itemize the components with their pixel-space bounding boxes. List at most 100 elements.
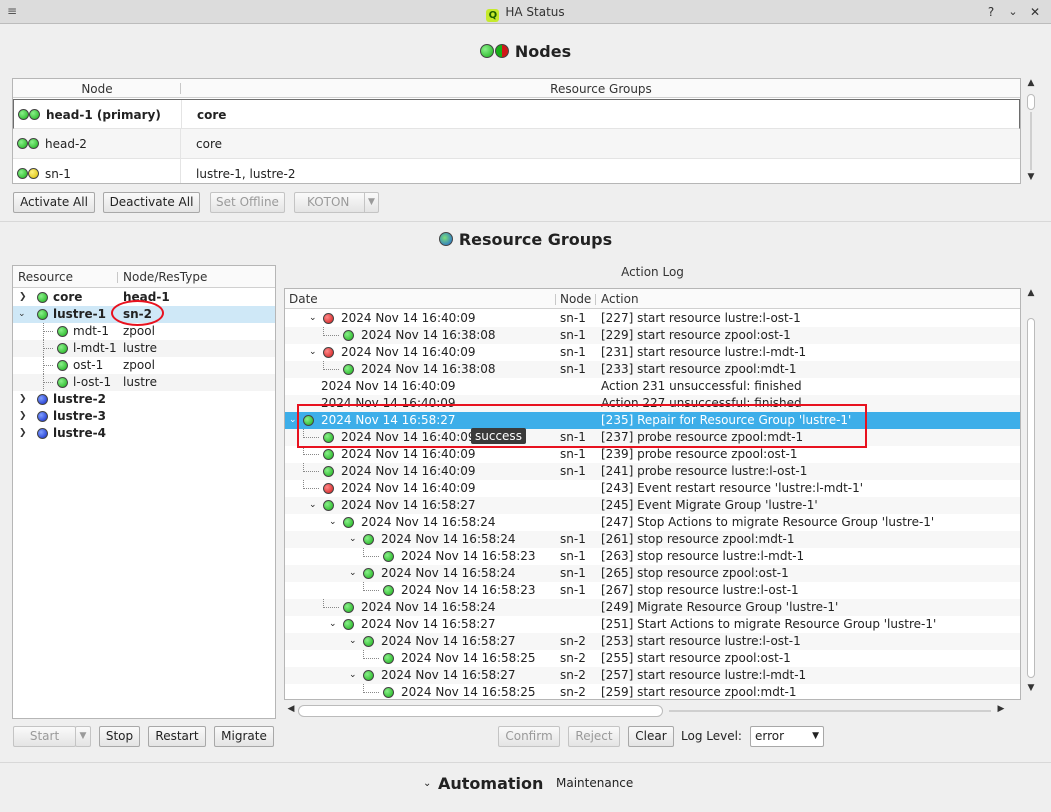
- col-node-header[interactable]: Node: [13, 82, 181, 96]
- collapse-icon[interactable]: ⌄: [309, 497, 317, 514]
- resource-tree-item[interactable]: ❯ lustre-4: [13, 425, 275, 442]
- action-log-row[interactable]: ⌄ 2024 Nov 14 16:58:24 sn-1 [265] stop r…: [285, 565, 1020, 582]
- splitter[interactable]: [0, 762, 1051, 763]
- confirm-button[interactable]: Confirm: [498, 726, 560, 747]
- node-row[interactable]: sn-1 lustre-1, lustre-2: [13, 159, 1020, 183]
- nodes-scrollbar[interactable]: ▲ ▼: [1024, 78, 1038, 184]
- scroll-right-icon[interactable]: ▶: [994, 704, 1008, 714]
- action-log-row[interactable]: 2024 Nov 14 16:58:23 sn-1 [263] stop res…: [285, 548, 1020, 565]
- scroll-up-icon[interactable]: ▲: [1024, 78, 1038, 88]
- action-log-row[interactable]: 2024 Nov 14 16:58:25 sn-2 [255] start re…: [285, 650, 1020, 667]
- collapse-icon[interactable]: ⌄: [349, 667, 357, 684]
- node-name: head-2: [45, 137, 87, 151]
- resource-tree-item[interactable]: ❯ lustre-3: [13, 408, 275, 425]
- col-date-header[interactable]: Date: [289, 292, 318, 306]
- col-groups-header[interactable]: Resource Groups: [181, 82, 1020, 96]
- action-log-row[interactable]: 2024 Nov 14 16:38:08 sn-1 [233] start re…: [285, 361, 1020, 378]
- nodes-scroll-thumb[interactable]: [1027, 94, 1035, 110]
- splitter[interactable]: [0, 221, 1051, 222]
- start-button[interactable]: Start: [13, 726, 76, 747]
- action-status-led-icon: [383, 687, 394, 698]
- close-icon[interactable]: ✕: [1026, 3, 1044, 21]
- collapse-icon[interactable]: ⌄: [18, 306, 26, 323]
- col-node-restype-header[interactable]: Node/ResType: [123, 270, 207, 284]
- restart-button[interactable]: Restart: [148, 726, 206, 747]
- action-log-row[interactable]: ⌄ 2024 Nov 14 16:40:09 sn-1 [227] start …: [285, 310, 1020, 327]
- action-date: 2024 Nov 14 16:40:09: [341, 481, 476, 495]
- koton-dropdown[interactable]: KOTON ▼: [294, 192, 379, 213]
- action-log-row[interactable]: 2024 Nov 14 16:38:08 sn-1 [229] start re…: [285, 327, 1020, 344]
- deactivate-all-button[interactable]: Deactivate All: [103, 192, 200, 213]
- start-options-icon[interactable]: ▼: [75, 726, 91, 747]
- clear-button[interactable]: Clear: [628, 726, 674, 747]
- col-resource-header[interactable]: Resource: [18, 270, 73, 284]
- collapse-icon[interactable]: ⌄: [329, 616, 337, 633]
- col-node-header[interactable]: Node: [560, 292, 591, 306]
- action-log-row[interactable]: ⌄ 2024 Nov 14 16:58:27 sn-2 [257] start …: [285, 667, 1020, 684]
- collapse-icon[interactable]: ⌄: [329, 514, 337, 531]
- action-log-row[interactable]: 2024 Nov 14 16:58:23 sn-1 [267] stop res…: [285, 582, 1020, 599]
- reject-button[interactable]: Reject: [568, 726, 620, 747]
- action-log-row[interactable]: 2024 Nov 14 16:58:25 sn-2 [259] start re…: [285, 684, 1020, 699]
- action-log-row[interactable]: 2024 Nov 14 16:40:09 sn-1 [241] probe re…: [285, 463, 1020, 480]
- node-row[interactable]: head-1 (primary) core: [13, 99, 1020, 130]
- action-text: [255] start resource zpool:ost-1: [601, 651, 791, 665]
- node-health-led-icon: [28, 168, 39, 179]
- action-log-row[interactable]: ⌄ 2024 Nov 14 16:58:24 sn-1 [261] stop r…: [285, 531, 1020, 548]
- set-offline-button[interactable]: Set Offline: [210, 192, 285, 213]
- action-date: 2024 Nov 14 16:58:27: [381, 668, 516, 682]
- scroll-down-icon[interactable]: ▼: [1024, 172, 1038, 182]
- stop-button[interactable]: Stop: [99, 726, 140, 747]
- chevron-down-icon[interactable]: ⌄: [423, 778, 431, 789]
- node-row[interactable]: head-2 core: [13, 129, 1020, 159]
- activate-all-button[interactable]: Activate All: [13, 192, 95, 213]
- action-log-row[interactable]: ⌄ 2024 Nov 14 16:58:27 [245] Event Migra…: [285, 497, 1020, 514]
- action-text: [267] stop resource lustre:l-ost-1: [601, 583, 799, 597]
- action-log-row[interactable]: ⌄ 2024 Nov 14 16:58:27 [251] Start Actio…: [285, 616, 1020, 633]
- action-log-row[interactable]: ⌄ 2024 Nov 14 16:58:27 sn-2 [253] start …: [285, 633, 1020, 650]
- resource-status-led-icon: [37, 428, 48, 439]
- action-log-row[interactable]: ⌄ 2024 Nov 14 16:58:24 [247] Stop Action…: [285, 514, 1020, 531]
- resource-status-led-icon: [37, 411, 48, 422]
- resource-tree-item[interactable]: ❯ lustre-2: [13, 391, 275, 408]
- collapse-icon[interactable]: ⌄: [309, 310, 317, 327]
- action-log-row[interactable]: ⌄ 2024 Nov 14 16:40:09 sn-1 [231] start …: [285, 344, 1020, 361]
- scroll-left-icon[interactable]: ◀: [284, 704, 298, 714]
- expand-icon[interactable]: ❯: [19, 425, 27, 442]
- expand-icon[interactable]: ❯: [19, 391, 27, 408]
- action-date: 2024 Nov 14 16:58:27: [381, 634, 516, 648]
- expand-icon[interactable]: ❯: [19, 408, 27, 425]
- window-titlebar: ≡ Q HA Status ? ⌄ ✕: [0, 0, 1051, 24]
- col-action-header[interactable]: Action: [601, 292, 639, 306]
- action-log-scrollbar[interactable]: ▲ ▼: [1024, 288, 1038, 700]
- resource-tree-item[interactable]: ost-1 zpool: [13, 357, 275, 374]
- resource-tree-item[interactable]: l-mdt-1 lustre: [13, 340, 275, 357]
- action-node: sn-1: [560, 549, 586, 563]
- scroll-down-icon[interactable]: ▼: [1024, 683, 1038, 693]
- collapse-icon[interactable]: ⌄: [349, 565, 357, 582]
- action-log-hscrollbar[interactable]: ◀ ▶: [284, 703, 1021, 719]
- action-log-row[interactable]: 2024 Nov 14 16:58:24 [249] Migrate Resou…: [285, 599, 1020, 616]
- hscroll-thumb[interactable]: [298, 705, 663, 717]
- collapse-icon[interactable]: ⌄: [309, 344, 317, 361]
- collapse-icon[interactable]: ⌄: [349, 633, 357, 650]
- expand-icon[interactable]: ❯: [19, 289, 27, 306]
- action-date: 2024 Nov 14 16:40:09: [321, 379, 456, 393]
- action-log-scroll-thumb[interactable]: [1027, 318, 1035, 678]
- minimize-icon[interactable]: ⌄: [1004, 3, 1022, 21]
- automation-title[interactable]: Automation: [438, 774, 543, 793]
- migrate-button[interactable]: Migrate: [214, 726, 274, 747]
- action-log-row[interactable]: 2024 Nov 14 16:40:09 [243] Event restart…: [285, 480, 1020, 497]
- action-text: [227] start resource lustre:l-ost-1: [601, 311, 801, 325]
- collapse-icon[interactable]: ⌄: [289, 412, 297, 429]
- action-log-row[interactable]: 2024 Nov 14 16:40:09 Action 231 unsucces…: [285, 378, 1020, 395]
- collapse-icon[interactable]: ⌄: [349, 531, 357, 548]
- action-log-row[interactable]: 2024 Nov 14 16:40:09 sn-1 [239] probe re…: [285, 446, 1020, 463]
- scroll-up-icon[interactable]: ▲: [1024, 288, 1038, 298]
- resource-status-led-icon: [37, 309, 48, 320]
- log-level-select[interactable]: error ▼: [750, 726, 824, 747]
- help-icon[interactable]: ?: [982, 3, 1000, 21]
- resource-tree: Resource Node/ResType ❯ core head-1 ⌄ lu…: [12, 265, 276, 719]
- resource-tree-item[interactable]: l-ost-1 lustre: [13, 374, 275, 391]
- chevron-down-icon[interactable]: ▼: [364, 193, 378, 212]
